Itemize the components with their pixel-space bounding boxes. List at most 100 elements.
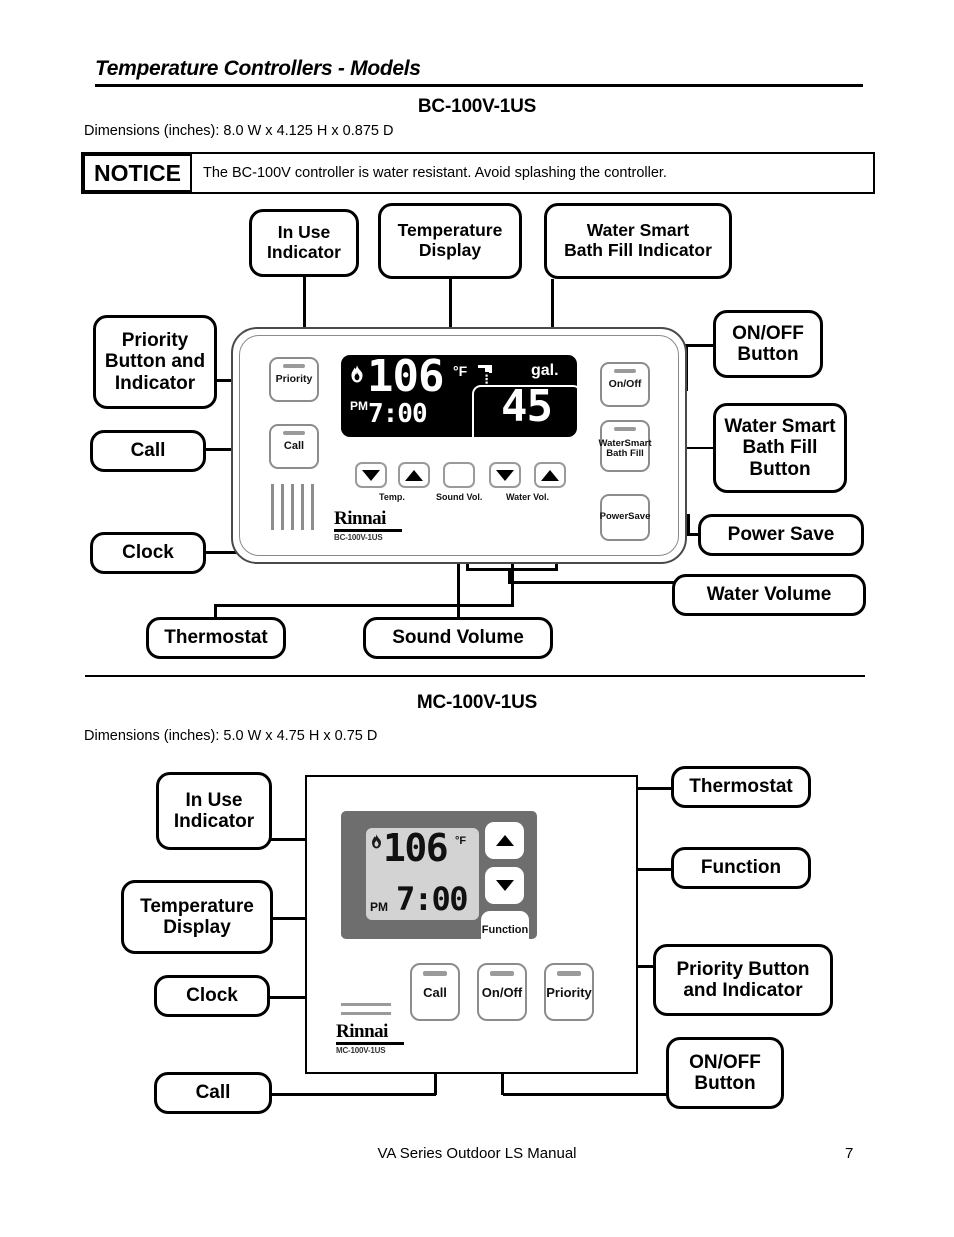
mc-lcd-display: 106 °F PM 7:00 xyxy=(366,828,479,920)
callout-bc-clock: Clock xyxy=(90,532,206,574)
mc-function-button[interactable]: Function xyxy=(481,911,529,948)
bc-water-up-button[interactable] xyxy=(534,462,566,488)
leader-mc-onoff-h xyxy=(503,1093,668,1096)
chevron-up-icon xyxy=(495,835,514,846)
bc-gallons-unit: gal. xyxy=(531,362,559,379)
chevron-down-icon xyxy=(362,469,380,481)
bc-water-down-button[interactable] xyxy=(489,462,521,488)
chevron-up-icon xyxy=(541,469,559,481)
callout-mc-clock: Clock xyxy=(154,975,270,1017)
manual-page: Temperature Controllers - Models BC-100V… xyxy=(0,0,954,1237)
leader-bc-water-volume-h xyxy=(508,581,674,584)
footer-page-number: 7 xyxy=(845,1145,854,1162)
mc-call-button[interactable]: Call xyxy=(410,963,460,1021)
bc-priority-button[interactable]: Priority xyxy=(269,357,319,402)
bc-temperature-unit: °F xyxy=(453,363,468,379)
callout-mc-in-use-indicator: In Use Indicator xyxy=(156,772,272,850)
leader-mc-call-h xyxy=(270,1093,436,1096)
mc-down-button[interactable] xyxy=(485,867,524,904)
bc-model-heading: BC-100V-1US xyxy=(417,96,537,117)
callout-mc-function: Function xyxy=(671,847,811,889)
bc-model-text: BC-100V-1US xyxy=(334,532,383,542)
callout-mc-priority-button: Priority Button and Indicator xyxy=(653,944,833,1016)
callout-bc-on-off-button: ON/OFF Button xyxy=(713,310,823,378)
mc-priority-label: Priority xyxy=(546,984,592,1000)
mc-priority-button[interactable]: Priority xyxy=(544,963,594,1021)
mc-speaker-line-1 xyxy=(341,1003,391,1006)
callout-bc-in-use-indicator: In Use Indicator xyxy=(249,209,359,277)
callout-mc-thermostat: Thermostat xyxy=(671,766,811,808)
bc-on-off-button[interactable]: On/Off xyxy=(600,362,650,407)
chevron-up-icon xyxy=(405,469,423,481)
mc-speaker-line-2 xyxy=(341,1012,391,1015)
mc-on-off-indicator xyxy=(490,971,514,976)
leader-bc-onoff-h2 xyxy=(685,344,716,347)
mc-model-text: MC-100V-1US xyxy=(336,1045,386,1055)
mc-clock-value: 7:00 xyxy=(396,880,469,918)
mc-function-label: Function xyxy=(481,923,529,936)
bc-gallons-value: 45 xyxy=(501,381,553,432)
callout-bc-power-save: Power Save xyxy=(698,514,864,556)
callout-bc-call: Call xyxy=(90,430,206,472)
mc-call-indicator xyxy=(423,971,447,976)
bc-meridiem: PM xyxy=(350,399,368,413)
bc-rinnai-logo: Rinnai BC-100V-1US xyxy=(334,508,402,542)
bc-priority-indicator xyxy=(283,364,305,368)
bc-call-button[interactable]: Call xyxy=(269,424,319,469)
mc-on-off-label: On/Off xyxy=(481,984,523,1000)
callout-bc-water-volume: Water Volume xyxy=(672,574,866,616)
notice-text: The BC-100V controller is water resistan… xyxy=(203,165,667,181)
bc-water-button-label: Water Vol. xyxy=(506,492,550,502)
leader-bc-water-volume-v xyxy=(508,570,511,583)
mc-brand-name: Rinnai xyxy=(336,1021,388,1042)
bc-priority-label: Priority xyxy=(275,372,313,385)
mc-on-off-button[interactable]: On/Off xyxy=(477,963,527,1021)
mc-temperature-value: 106 xyxy=(383,826,449,870)
bc-call-label: Call xyxy=(283,439,305,452)
mc-call-label: Call xyxy=(423,984,447,1000)
callout-bc-priority-button: Priority Button and Indicator xyxy=(93,315,217,409)
mc-model-heading: MC-100V-1US xyxy=(416,692,538,713)
bc-brand-underline xyxy=(334,529,402,532)
mc-display-bezel: 106 °F PM 7:00 Function xyxy=(341,811,537,948)
mc-temperature-unit: °F xyxy=(455,835,467,847)
mc-brand-underline xyxy=(336,1042,404,1045)
flame-in-use-icon xyxy=(372,834,381,849)
bc-call-indicator xyxy=(283,431,305,435)
callout-bc-thermostat: Thermostat xyxy=(146,617,286,659)
chevron-down-icon xyxy=(496,469,514,481)
bc-lcd-display: 106 °F PM 7:00 gal. 45 xyxy=(341,355,577,437)
bc-on-off-indicator xyxy=(614,369,636,373)
bc-temp-down-button[interactable] xyxy=(355,462,387,488)
callout-mc-temperature-display: Temperature Display xyxy=(121,880,273,954)
bc-power-save-label: PowerSave xyxy=(599,511,651,523)
callout-bc-water-smart-button: Water Smart Bath Fill Button xyxy=(713,403,847,493)
bc-on-off-label: On/Off xyxy=(608,377,642,390)
bc-water-smart-button[interactable]: WaterSmart Bath Fill xyxy=(598,420,652,472)
notice-box: NOTICE The BC-100V controller is water r… xyxy=(81,152,875,194)
callout-bc-temperature-display: Temperature Display xyxy=(378,203,522,279)
bc-temperature-value: 106 xyxy=(367,355,444,402)
mc-up-button[interactable] xyxy=(485,822,524,859)
bc-power-save-button[interactable]: PowerSave xyxy=(600,494,650,541)
bc-temp-button-label: Temp. xyxy=(379,492,405,502)
chevron-down-icon xyxy=(495,880,514,891)
page-title: Temperature Controllers - Models xyxy=(95,57,421,80)
bracket-bc-watervol-h xyxy=(466,568,558,571)
callout-bc-water-smart-indicator: Water Smart Bath Fill Indicator xyxy=(544,203,732,279)
bc-temp-up-button[interactable] xyxy=(398,462,430,488)
bc-speaker-grille xyxy=(271,484,317,530)
callout-bc-sound-volume: Sound Volume xyxy=(363,617,553,659)
section-divider xyxy=(85,675,865,677)
callout-mc-on-off-button: ON/OFF Button xyxy=(666,1037,784,1109)
bc-clock-value: 7:00 xyxy=(368,399,428,429)
bc-water-smart-indicator xyxy=(614,427,636,431)
bc-water-smart-label: WaterSmart Bath Fill xyxy=(598,437,652,459)
mc-rinnai-logo: Rinnai MC-100V-1US xyxy=(336,1021,404,1055)
bc-brand-name: Rinnai xyxy=(334,508,386,529)
bc-sound-volume-button[interactable] xyxy=(443,462,475,488)
mc-priority-indicator xyxy=(557,971,581,976)
bc-dimensions: Dimensions (inches): 8.0 W x 4.125 H x 0… xyxy=(84,123,394,139)
leader-bc-thermostat-h xyxy=(214,604,514,607)
mc-dimensions: Dimensions (inches): 5.0 W x 4.75 H x 0.… xyxy=(84,728,378,744)
